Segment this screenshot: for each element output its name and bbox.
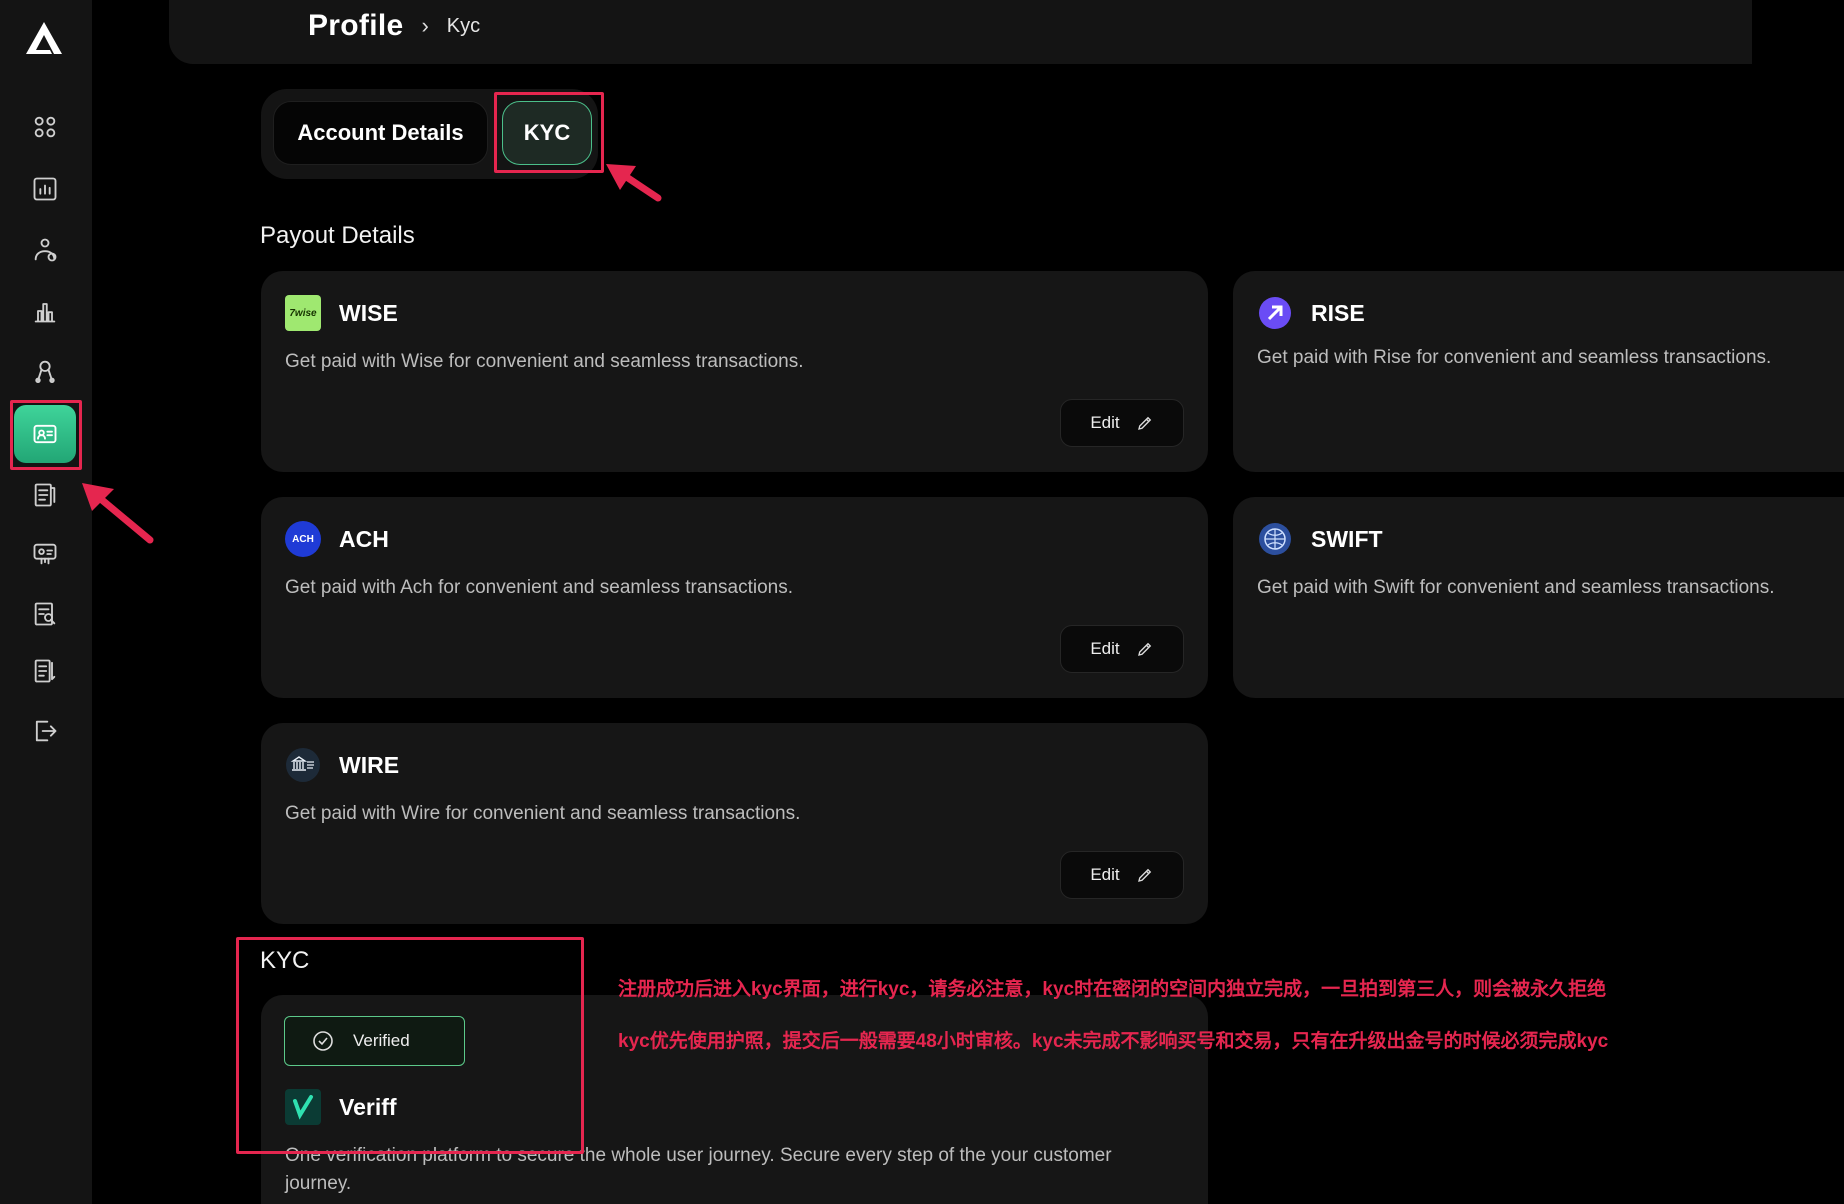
rise-logo-icon — [1259, 297, 1291, 329]
ach-logo-icon: ACH — [285, 521, 321, 557]
payout-name: SWIFT — [1311, 525, 1383, 552]
nav-certificate-icon[interactable] — [14, 525, 76, 583]
payout-description: Get paid with Rise for convenient and se… — [1257, 347, 1772, 368]
payout-name: WIRE — [339, 751, 400, 778]
tab-kyc[interactable]: KYC — [502, 101, 592, 165]
kyc-status-badge[interactable]: Verified — [284, 1016, 465, 1066]
nav-payouts-icon[interactable] — [14, 221, 76, 279]
breadcrumb-current: Kyc — [446, 14, 481, 37]
kyc-status-label: Verified — [353, 1031, 410, 1050]
edit-button[interactable]: Edit — [1060, 399, 1184, 447]
payout-name: WISE — [339, 299, 398, 326]
payout-description: Get paid with Ach for convenient and sea… — [285, 577, 793, 598]
kyc-description-line2: journey. — [285, 1173, 352, 1194]
pencil-icon — [1137, 868, 1151, 882]
wise-logo-icon: 7wise — [285, 295, 321, 331]
nav-profile-kyc-icon[interactable] — [14, 405, 76, 463]
payout-name: RISE — [1311, 299, 1365, 326]
nav-stats-icon[interactable] — [14, 282, 76, 340]
profile-tabs: Account Details KYC — [261, 89, 598, 179]
payout-card-rise: RISE Get paid with Rise for convenient a… — [1233, 271, 1844, 472]
app-logo[interactable] — [24, 20, 64, 56]
edit-label: Edit — [1090, 639, 1120, 658]
veriff-logo-icon — [285, 1089, 321, 1125]
pencil-icon — [1137, 416, 1151, 430]
payout-card-wire: WIRE Get paid with Wire for convenient a… — [261, 723, 1208, 924]
kyc-description-line1: One verification platform to secure the … — [285, 1145, 1112, 1166]
payout-card-swift: SWIFT Get paid with Swift for convenient… — [1233, 497, 1844, 698]
wire-bank-logo-icon — [286, 748, 320, 782]
payout-section-title: Payout Details — [260, 222, 415, 249]
payout-card-wise: 7wise WISE Get paid with Wise for conven… — [261, 271, 1208, 472]
sidebar — [0, 0, 92, 1204]
breadcrumb: Profile › Kyc — [308, 9, 480, 43]
breadcrumb-separator-icon: › — [421, 13, 429, 38]
nav-analytics-icon[interactable] — [14, 160, 76, 218]
swift-logo-icon — [1259, 523, 1291, 555]
pencil-icon — [1137, 642, 1151, 656]
annotation-note-2: kyc优先使用护照，提交后一般需要48小时审核。kyc未完成不影响买号和交易，只… — [618, 1031, 1609, 1052]
kyc-section-title: KYC — [260, 947, 310, 974]
page-title[interactable]: Profile — [308, 9, 403, 43]
nav-documents-icon[interactable] — [14, 466, 76, 524]
nav-rules-icon[interactable] — [14, 585, 76, 643]
payout-card-ach: ACH ACH Get paid with Ach for convenient… — [261, 497, 1208, 698]
nav-logout-icon[interactable] — [14, 702, 76, 760]
annotation-note-1: 注册成功后进入kyc界面，进行kyc，请务必注意，kyc时在密闭的空间内独立完成… — [618, 979, 1607, 1000]
nav-affiliate-icon[interactable] — [14, 342, 76, 400]
annotation-arrow-icon — [606, 164, 662, 202]
payout-description: Get paid with Wire for convenient and se… — [285, 803, 801, 824]
payout-description: Get paid with Swift for convenient and s… — [1257, 577, 1775, 598]
edit-button[interactable]: Edit — [1060, 851, 1184, 899]
tab-account-details[interactable]: Account Details — [273, 101, 488, 165]
kyc-provider-name: Veriff — [339, 1093, 397, 1120]
check-circle-icon — [313, 1031, 333, 1051]
nav-reports-icon[interactable] — [14, 642, 76, 700]
payout-description: Get paid with Wise for convenient and se… — [285, 351, 804, 372]
payout-name: ACH — [339, 525, 389, 552]
edit-label: Edit — [1090, 865, 1120, 884]
nav-dashboard-icon[interactable] — [14, 98, 76, 156]
edit-label: Edit — [1090, 413, 1120, 432]
edit-button[interactable]: Edit — [1060, 625, 1184, 673]
